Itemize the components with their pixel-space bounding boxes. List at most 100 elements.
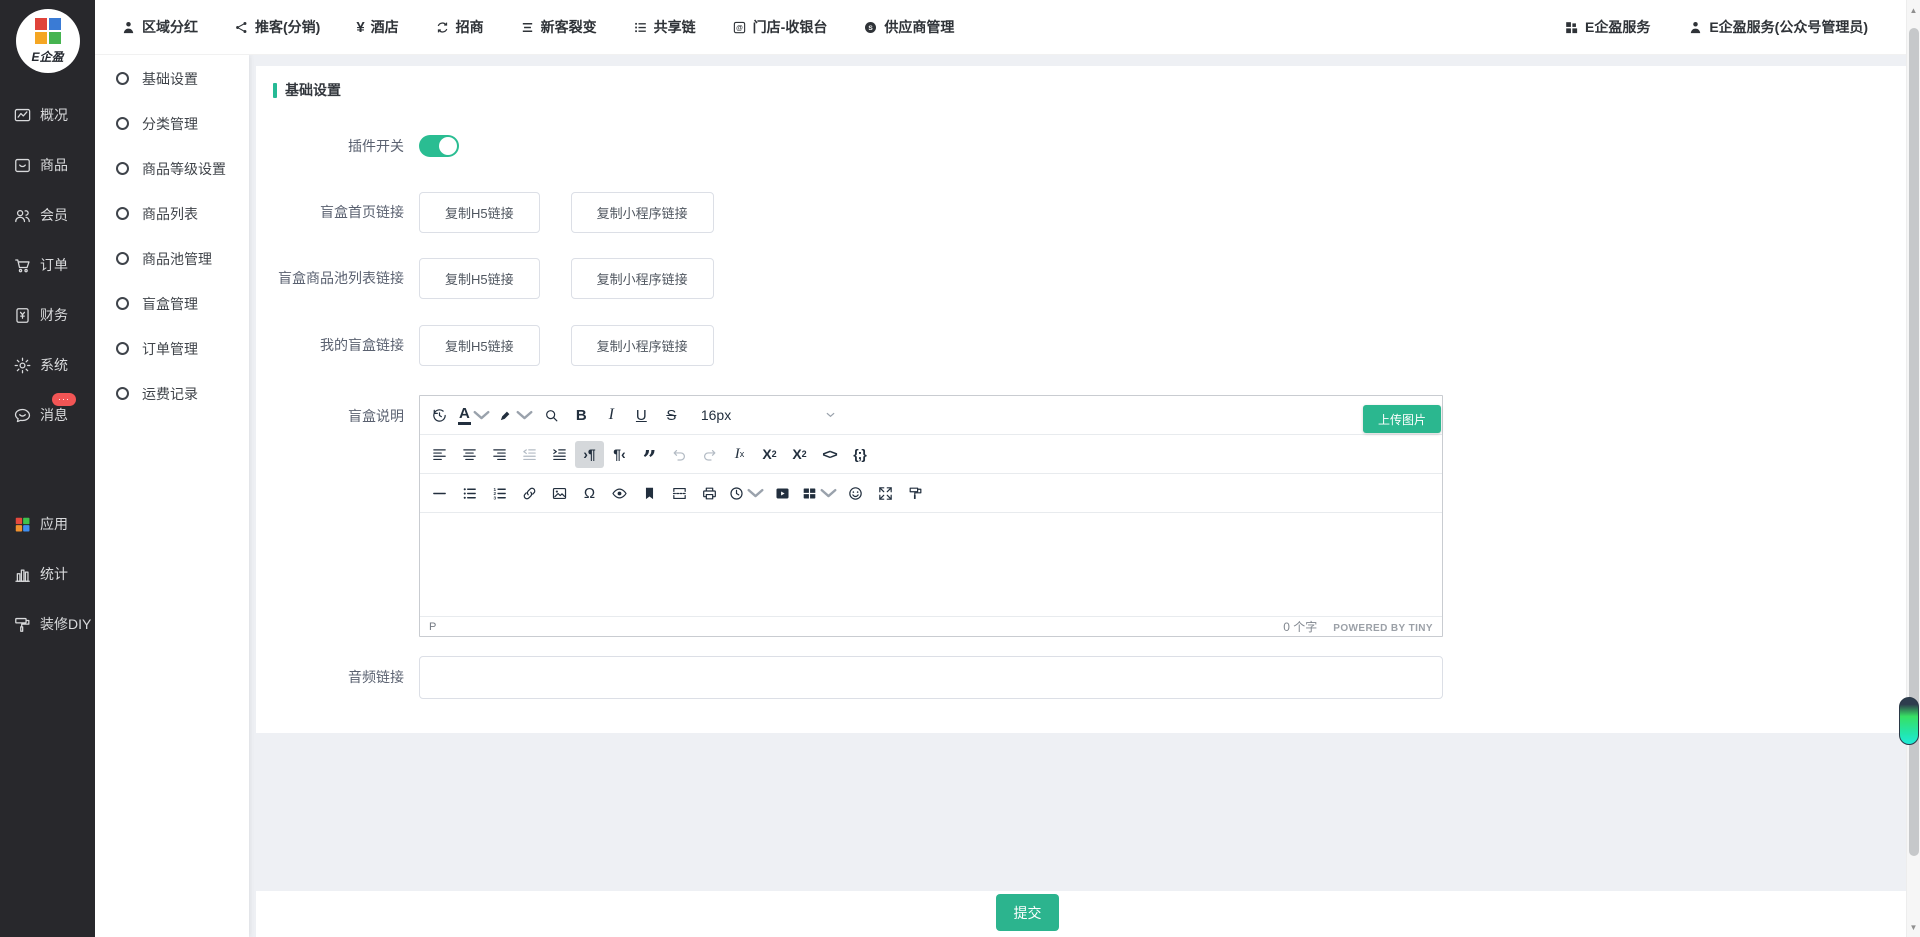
superscript-icon[interactable]: X2 [785, 441, 814, 468]
align-right-icon[interactable] [485, 441, 514, 468]
insert-table-icon[interactable] [798, 480, 840, 507]
strikethrough-icon[interactable]: S [657, 402, 686, 429]
copy-h5-link-button[interactable]: 复制H5链接 [419, 192, 540, 233]
plugin-switch-toggle[interactable] [419, 135, 459, 157]
sidebar-item-overview[interactable]: 概况 [0, 90, 95, 140]
align-left-icon[interactable] [425, 441, 454, 468]
redo-icon[interactable] [695, 441, 724, 468]
sidebar-item-finance[interactable]: 财务 [0, 290, 95, 340]
bullet-list-icon[interactable] [455, 480, 484, 507]
copy-h5-link-button[interactable]: 复制H5链接 [419, 325, 540, 366]
editor-element-path[interactable]: P [429, 621, 436, 633]
clear-formatting-icon[interactable]: Ix [725, 441, 754, 468]
scroll-position-indicator [1899, 697, 1919, 745]
copy-miniprogram-link-button[interactable]: 复制小程序链接 [571, 325, 714, 366]
topnav-supplier-management[interactable]: S 供应商管理 [863, 17, 954, 37]
supplier-icon: S [863, 20, 878, 35]
editor-toolbar-row-2: ›¶ ¶‹ ” Ix X2 X2 <> {;} [420, 435, 1442, 474]
insert-datetime-icon[interactable] [725, 480, 767, 507]
link-icon[interactable] [515, 480, 544, 507]
blockquote-icon[interactable]: ” [635, 441, 664, 468]
editor-toolbar-row-1: A B I U S 16px 上传图片 [420, 396, 1442, 435]
submenu-item-blindbox-management[interactable]: 盲盒管理 [95, 281, 249, 326]
messages-icon [13, 406, 32, 425]
copy-h5-link-button[interactable]: 复制H5链接 [419, 258, 540, 299]
sidebar-item-decorate-diy[interactable]: 装修DIY [0, 599, 95, 649]
copy-miniprogram-link-button[interactable]: 复制小程序链接 [571, 192, 714, 233]
topnav-hotel[interactable]: ¥ 酒店 [356, 17, 398, 37]
upload-image-button[interactable]: 上传图片 [1363, 405, 1441, 433]
sidebar-item-messages[interactable]: 消息 ··· [0, 390, 95, 440]
store-at-icon: @ [732, 20, 747, 35]
text-color-icon[interactable]: A [455, 402, 493, 429]
audio-link-input[interactable] [419, 656, 1443, 699]
sidebar-item-members[interactable]: 会员 [0, 190, 95, 240]
subscript-icon[interactable]: X2 [755, 441, 784, 468]
print-icon[interactable] [695, 480, 724, 507]
fullscreen-icon[interactable] [871, 480, 900, 507]
editor-content-area[interactable] [420, 513, 1442, 617]
restore-draft-icon[interactable] [425, 402, 454, 429]
scroll-down-arrow-icon[interactable]: ▼ [1907, 920, 1920, 934]
align-center-icon[interactable] [455, 441, 484, 468]
topnav-shared-chain[interactable]: 共享链 [633, 17, 696, 37]
submenu-item-basic-settings[interactable]: 基础设置 [95, 56, 249, 101]
italic-icon[interactable]: I [597, 402, 626, 429]
circle-icon [116, 387, 129, 400]
outdent-icon[interactable] [515, 441, 544, 468]
anchor-bookmark-icon[interactable] [635, 480, 664, 507]
highlight-color-icon[interactable] [494, 402, 536, 429]
topnav-store-cashier[interactable]: @ 门店-收银台 [732, 17, 828, 37]
numbered-list-icon[interactable]: 123 [485, 480, 514, 507]
rtl-icon[interactable]: ¶‹ [605, 441, 634, 468]
copy-miniprogram-link-button[interactable]: 复制小程序链接 [571, 258, 714, 299]
section-title: 基础设置 [273, 80, 341, 100]
topnav-distribution[interactable]: 推客(分销) [234, 17, 320, 37]
editor-status-bar: P 0 个字 POWERED BY TINY [420, 617, 1442, 636]
brand-logo-text: E企盈 [16, 48, 80, 65]
vertical-scrollbar[interactable]: ▲ ▼ [1906, 0, 1920, 937]
submenu-item-order-management[interactable]: 订单管理 [95, 326, 249, 371]
editor-toolbar-row-3: 123 Ω [420, 474, 1442, 513]
code-icon[interactable]: <> [815, 441, 844, 468]
scroll-up-arrow-icon[interactable]: ▲ [1907, 3, 1920, 17]
bold-icon[interactable]: B [567, 402, 596, 429]
brand-logo[interactable]: E企盈 [0, 0, 95, 73]
indent-icon[interactable] [545, 441, 574, 468]
topnav-new-customer-fission[interactable]: 新客裂变 [520, 17, 597, 37]
emoji-icon[interactable] [841, 480, 870, 507]
submit-button[interactable]: 提交 [996, 894, 1059, 931]
service-link[interactable]: E企盈服务 [1564, 17, 1650, 37]
ltr-icon[interactable]: ›¶ [575, 441, 604, 468]
sidebar-item-goods[interactable]: 商品 [0, 140, 95, 190]
insert-image-icon[interactable] [545, 480, 574, 507]
powered-by-tiny[interactable]: POWERED BY TINY [1333, 623, 1433, 634]
special-character-icon[interactable]: Ω [575, 480, 604, 507]
circle-icon [116, 117, 129, 130]
grid-icon [1564, 20, 1579, 35]
preview-eye-icon[interactable] [605, 480, 634, 507]
topnav-region-dividend[interactable]: 区域分红 [121, 17, 198, 37]
sidebar-item-apps[interactable]: 应用 [0, 499, 95, 549]
search-icon[interactable] [537, 402, 566, 429]
audio-link-row: 音频链接 [256, 656, 1443, 699]
format-painter-icon[interactable] [901, 480, 930, 507]
submenu-item-goods-pool[interactable]: 商品池管理 [95, 236, 249, 281]
submenu-item-goods-list[interactable]: 商品列表 [95, 191, 249, 236]
word-count[interactable]: 0 个字 [1283, 618, 1317, 635]
underline-icon[interactable]: U [627, 402, 656, 429]
sidebar-item-stats[interactable]: 统计 [0, 549, 95, 599]
horizontal-rule-icon[interactable] [425, 480, 454, 507]
account-link[interactable]: E企盈服务(公众号管理员) [1688, 17, 1868, 37]
submenu-item-goods-level[interactable]: 商品等级设置 [95, 146, 249, 191]
code-sample-icon[interactable]: {;} [845, 441, 874, 468]
submenu-item-freight-records[interactable]: 运费记录 [95, 371, 249, 416]
sidebar-item-orders[interactable]: 订单 [0, 240, 95, 290]
undo-icon[interactable] [665, 441, 694, 468]
insert-media-icon[interactable] [768, 480, 797, 507]
topnav-investment[interactable]: 招商 [435, 17, 484, 37]
font-size-select[interactable]: 16px [693, 402, 843, 429]
submenu-item-category-management[interactable]: 分类管理 [95, 101, 249, 146]
sidebar-item-system[interactable]: 系统 [0, 340, 95, 390]
page-break-icon[interactable] [665, 480, 694, 507]
